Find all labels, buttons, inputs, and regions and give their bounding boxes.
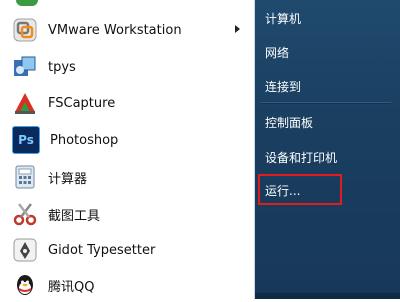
program-label: tpys	[48, 59, 76, 75]
photoshop-icon: Ps	[12, 126, 40, 154]
program-tencent-qq[interactable]: 腾讯QQ	[8, 268, 248, 302]
place-network[interactable]: 网络	[265, 44, 289, 61]
fscapture-icon	[12, 90, 38, 116]
program-label: VMware Workstation	[48, 22, 182, 38]
qq-icon	[12, 272, 38, 298]
run-highlight-box	[258, 174, 342, 205]
program-label: 腾讯QQ	[48, 279, 95, 295]
program-calculator[interactable]: 计算器	[8, 160, 248, 194]
programs-pane: VMware Workstation tpys FSCapture Ps Pho…	[0, 0, 255, 299]
gidot-typesetter-icon	[12, 237, 38, 263]
program-label: Photoshop	[50, 132, 119, 148]
calculator-icon	[12, 164, 38, 190]
place-devices-and-printers[interactable]: 设备和打印机	[265, 149, 337, 166]
program-label: Gidot Typesetter	[48, 242, 156, 258]
tpys-icon	[12, 54, 38, 80]
program-fscapture[interactable]: FSCapture	[8, 86, 248, 120]
program-label: FSCapture	[48, 95, 116, 111]
previous-program-icon-edge	[16, 0, 38, 6]
program-photoshop[interactable]: Ps Photoshop	[8, 123, 248, 157]
program-tpys[interactable]: tpys	[8, 50, 248, 84]
vmware-icon	[12, 17, 38, 43]
program-label: 计算器	[48, 171, 88, 187]
program-label: 截图工具	[48, 208, 101, 224]
places-separator	[261, 102, 391, 104]
snipping-tool-icon	[12, 201, 38, 227]
program-snipping-tool[interactable]: 截图工具	[8, 197, 248, 231]
places-bottom-edge	[255, 293, 400, 299]
submenu-arrow-icon[interactable]	[235, 25, 240, 33]
place-connect-to[interactable]: 连接到	[265, 78, 301, 95]
places-pane: 计算机 网络 连接到 控制面板 设备和打印机 运行...	[255, 0, 400, 299]
place-control-panel[interactable]: 控制面板	[265, 114, 313, 131]
program-gidot-typesetter[interactable]: Gidot Typesetter	[8, 233, 248, 267]
program-vmware-workstation[interactable]: VMware Workstation	[8, 13, 248, 47]
place-computer[interactable]: 计算机	[265, 10, 301, 27]
